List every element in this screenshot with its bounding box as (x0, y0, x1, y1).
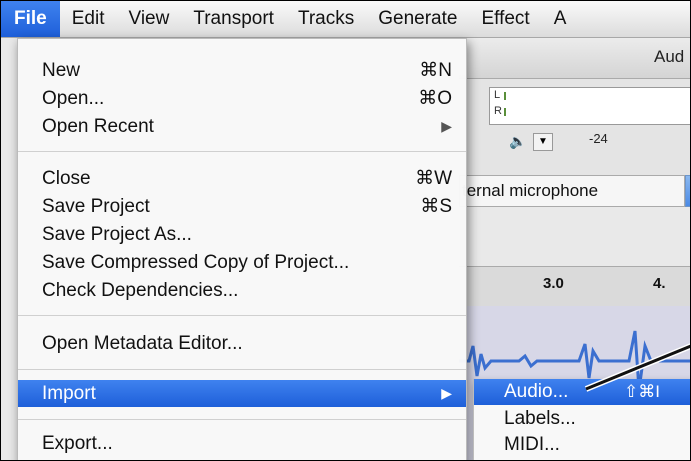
file-menu: New ⌘N Open... ⌘O Open Recent ▶ Close ⌘W… (17, 38, 467, 460)
menu-divider (18, 315, 466, 316)
shortcut-label: ⇧⌘I (624, 382, 660, 401)
menu-item-check-dependencies[interactable]: Check Dependencies... (18, 277, 466, 304)
menu-item-label: Open Recent (42, 116, 154, 137)
shortcut-label: ⌘O (418, 88, 452, 109)
ruler-label: 4. (653, 275, 666, 292)
menu-item-label: Audio... (504, 381, 569, 402)
menu-item-import[interactable]: Import ▶ (18, 380, 466, 407)
menu-tracks[interactable]: Tracks (286, 1, 366, 37)
ruler-label: 3.0 (543, 275, 564, 292)
menu-item-open-recent[interactable]: Open Recent ▶ (18, 113, 466, 140)
menu-item-save-project-as[interactable]: Save Project As... (18, 221, 466, 248)
menu-item-new[interactable]: New ⌘N (18, 57, 466, 84)
menu-item-label: Save Compressed Copy of Project... (42, 252, 350, 273)
menu-item-close[interactable]: Close ⌘W (18, 165, 466, 192)
menu-item-save-compressed[interactable]: Save Compressed Copy of Project... (18, 249, 466, 276)
menu-item-label: New (42, 60, 81, 81)
menu-divider (18, 369, 466, 370)
screen: File Edit View Transport Tracks Generate… (0, 0, 691, 461)
meter-left-bar (504, 92, 506, 100)
volume-dropdown[interactable]: ▼ (533, 133, 553, 151)
menu-edit[interactable]: Edit (60, 1, 117, 37)
menu-file[interactable]: File (1, 1, 60, 37)
menu-item-label: MIDI... (504, 434, 560, 455)
channel-select[interactable] (685, 175, 690, 207)
menu-item-label: Open Metadata Editor... (42, 333, 243, 354)
menu-item-label: Open... (42, 88, 105, 109)
menu-item-save-project[interactable]: Save Project ⌘S (18, 193, 466, 220)
menu-item-export[interactable]: Export... (18, 430, 466, 457)
menu-analyze[interactable]: A (542, 1, 579, 37)
menu-view[interactable]: View (116, 1, 181, 37)
meter-tick-label: -24 (589, 131, 608, 146)
submenu-item-midi[interactable]: MIDI... (474, 432, 690, 458)
submenu-item-audio[interactable]: Audio... ⇧⌘I (474, 379, 690, 405)
menu-item-label: Labels... (504, 408, 576, 429)
import-submenu: Audio... ⇧⌘I Labels... MIDI... (473, 379, 690, 460)
menu-divider (18, 151, 466, 152)
submenu-arrow-icon: ▶ (441, 118, 452, 134)
menu-generate[interactable]: Generate (366, 1, 469, 37)
volume-icon: 🔈 (509, 133, 527, 149)
menu-item-open-metadata[interactable]: Open Metadata Editor... (18, 330, 466, 357)
menu-item-label: Import (42, 383, 96, 404)
menu-item-label: Save Project As... (42, 224, 192, 245)
window-title: Aud (654, 47, 685, 66)
menu-item-label: Export... (42, 433, 113, 454)
menu-item-label: Check Dependencies... (42, 280, 239, 301)
menu-effect[interactable]: Effect (469, 1, 541, 37)
meter-right-label: R (494, 105, 502, 117)
toolbar: L R 🔈 ▼ -24 ternal microphone (459, 79, 690, 207)
shortcut-label: ⌘S (420, 196, 452, 217)
shortcut-label: ⌘W (415, 168, 452, 189)
submenu-item-labels[interactable]: Labels... (474, 406, 690, 432)
timeline-ruler[interactable]: 3.0 4. (459, 266, 690, 308)
menu-item-open[interactable]: Open... ⌘O (18, 85, 466, 112)
shortcut-label: ⌘N (419, 60, 452, 81)
menu-item-label: Save Project (42, 196, 150, 217)
submenu-arrow-icon: ▶ (441, 385, 452, 401)
menu-transport[interactable]: Transport (181, 1, 286, 37)
level-meter[interactable]: L R (489, 87, 690, 125)
input-device-select[interactable]: ternal microphone (459, 175, 685, 207)
meter-right-bar (504, 108, 506, 116)
menu-divider (18, 419, 466, 420)
window-titlebar: Aud (459, 38, 690, 79)
menubar: File Edit View Transport Tracks Generate… (1, 1, 690, 38)
meter-left-label: L (494, 89, 501, 101)
menu-item-label: Close (42, 168, 91, 189)
